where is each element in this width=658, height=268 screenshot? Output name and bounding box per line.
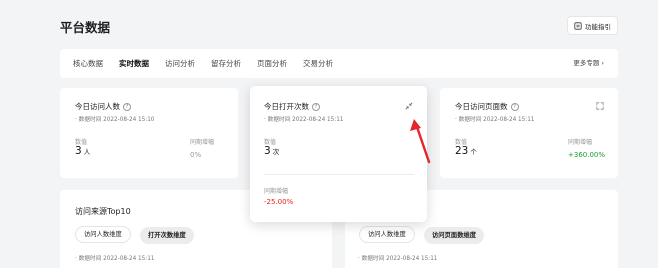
tab-trade-analysis[interactable]: 交易分析 xyxy=(303,49,333,78)
help-icon[interactable]: ? xyxy=(510,103,519,111)
tab-retention-analysis[interactable]: 留存分析 xyxy=(211,49,241,78)
tab-visit-analysis[interactable]: 访问分析 xyxy=(165,49,195,78)
opens-unit: 次 xyxy=(272,148,280,156)
feature-guide-label: 功能指引 xyxy=(585,22,611,31)
pages-dimension-button[interactable]: 访问页面数维度 xyxy=(424,227,485,244)
pageviews-number: 23 xyxy=(455,145,469,157)
opens-dimension-button[interactable]: 打开次数维度 xyxy=(140,227,194,244)
users-dimension-button[interactable]: 访问人数维度 xyxy=(359,226,415,243)
opens-card-expanded: 今日打开次数? · 数据时间 2022-08-24 15:11 数值 3次 同期… xyxy=(250,86,427,222)
pageviews-unit: 个 xyxy=(470,148,477,156)
tab-realtime-data[interactable]: 实时数据 xyxy=(119,49,149,78)
tab-core-data[interactable]: 核心数据 xyxy=(73,49,103,78)
more-topics-link[interactable]: 更多专题 › xyxy=(573,49,604,78)
annotation-arrow-icon xyxy=(410,119,431,164)
pageviews-value: 23 个 xyxy=(455,145,477,157)
visitors-card: 今日访问人数? · 数据时间 2022-08-24 15:10 数值 3人 同期… xyxy=(60,88,238,178)
pageviews-label: 今日访问页面数 xyxy=(455,102,508,111)
help-icon[interactable]: ? xyxy=(312,103,320,111)
expand-icon[interactable] xyxy=(596,102,604,110)
tab-bar: 核心数据 实时数据 访问分析 留存分析 页面分析 交易分析 更多专题 › xyxy=(60,49,618,78)
visitors-time: · 数据时间 2022-08-24 15:10 xyxy=(75,117,155,123)
source-time: · 数据时间 2022-08-24 15:11 xyxy=(75,256,155,262)
pageviews-change: +360.00% xyxy=(568,151,606,159)
help-icon[interactable]: ? xyxy=(123,103,131,111)
pageviews-card: 今日访问页面数? · 数据时间 2022-08-24 15:11 数值 23 个 … xyxy=(440,88,618,178)
opens-change-label: 同期增幅 xyxy=(264,188,289,195)
chevron-right-icon: › xyxy=(601,59,604,67)
visitors-change: 0% xyxy=(190,151,202,159)
source-top10-title: 访问来源Top10 xyxy=(75,207,131,216)
opens-change: -25.00% xyxy=(264,198,294,206)
more-topics-label: 更多专题 xyxy=(573,59,600,67)
opens-number: 3 xyxy=(264,145,271,157)
opens-time: · 数据时间 2022-08-24 15:11 xyxy=(264,117,344,123)
page-title: 平台数据 xyxy=(60,20,111,35)
visitors-change-label: 同期增幅 xyxy=(190,139,215,146)
tab-page-analysis[interactable]: 页面分析 xyxy=(257,49,287,78)
pages-time: · 数据时间 2022-08-24 15:11 xyxy=(358,256,438,262)
opens-label: 今日打开次数 xyxy=(264,102,309,111)
visitors-label: 今日访问人数 xyxy=(75,102,120,111)
users-dimension-button[interactable]: 访问人数维度 xyxy=(75,226,131,243)
visitors-value: 3人 xyxy=(75,145,90,157)
feature-guide-button[interactable]: 功能指引 xyxy=(567,16,618,35)
visitors-number: 3 xyxy=(75,145,82,157)
visitors-unit: 人 xyxy=(83,148,91,156)
divider xyxy=(264,174,414,175)
guide-book-icon xyxy=(574,21,582,30)
pageviews-change-label: 同期增幅 xyxy=(568,139,593,146)
opens-value: 3次 xyxy=(264,145,279,157)
collapse-icon[interactable] xyxy=(405,102,413,110)
pageviews-time: · 数据时间 2022-08-24 15:11 xyxy=(455,117,535,123)
